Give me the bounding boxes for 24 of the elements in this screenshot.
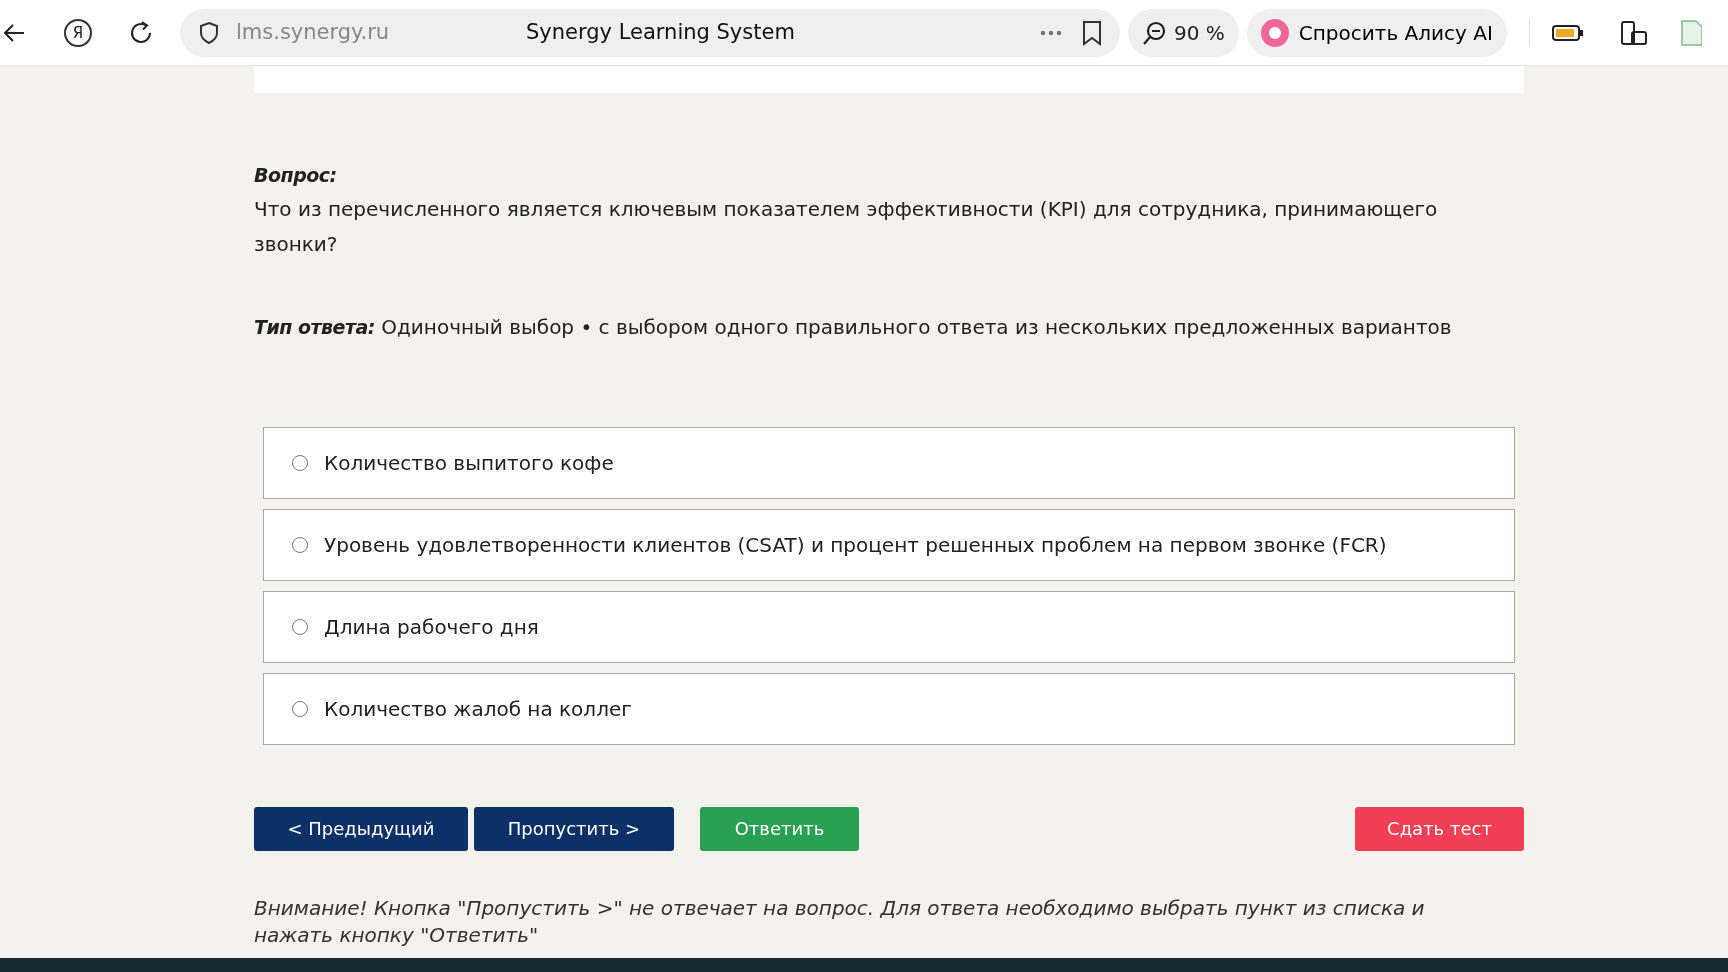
yandex-logo[interactable]: Я: [64, 18, 92, 47]
bookmark-icon[interactable]: [1082, 19, 1102, 46]
answer-option[interactable]: Количество жалоб на коллег: [263, 672, 1515, 745]
zoom-button[interactable]: 90 %: [1128, 8, 1239, 57]
nav-button[interactable]: Пропустить >: [474, 806, 674, 851]
answer-option[interactable]: Количество выпитого кофе: [263, 426, 1515, 499]
answer-type: Тип ответа: Одиночный выбор • с выбором одного правильного ответа из нескольких предложенных вариантов: [254, 313, 1453, 341]
answer-option[interactable]: Уровень удовлетворенности клиентов (CSAT) и процент решенных проблем на первом звонке (FCR): [263, 508, 1515, 581]
more-icon[interactable]: [1040, 29, 1062, 36]
shield-icon: [198, 20, 220, 45]
assistant-button[interactable]: Спросить Алису AI: [1246, 8, 1507, 57]
question-label: Вопрос:: [254, 163, 338, 188]
finish-button[interactable]: Сдать тест: [1355, 806, 1524, 851]
question-text: Что из перечисленного является ключевым показателем эффективности (KPI) для сотрудника, принимающего звонки?: [254, 195, 1439, 258]
page-title: Synergy Learning System: [526, 18, 795, 46]
assistant-icon: [1260, 18, 1289, 47]
notice-text: Внимание! Кнопка "Пропустить >" не отвечает на вопрос. Для ответа необходимо выбрать пункт из списка и нажать кнопку "Ответить": [254, 894, 1426, 949]
nav-button[interactable]: < Предыдущий: [254, 806, 468, 851]
extension-icon[interactable]: [1619, 19, 1648, 46]
answer-option[interactable]: Длина рабочего дня: [263, 590, 1515, 663]
url-text: lms.synergy.ru: [236, 18, 391, 46]
zoom-out-icon: [1142, 20, 1166, 45]
address-bar[interactable]: lms.synergy.ru Synergy Learning System: [180, 8, 1120, 57]
battery-icon[interactable]: [1551, 24, 1584, 41]
